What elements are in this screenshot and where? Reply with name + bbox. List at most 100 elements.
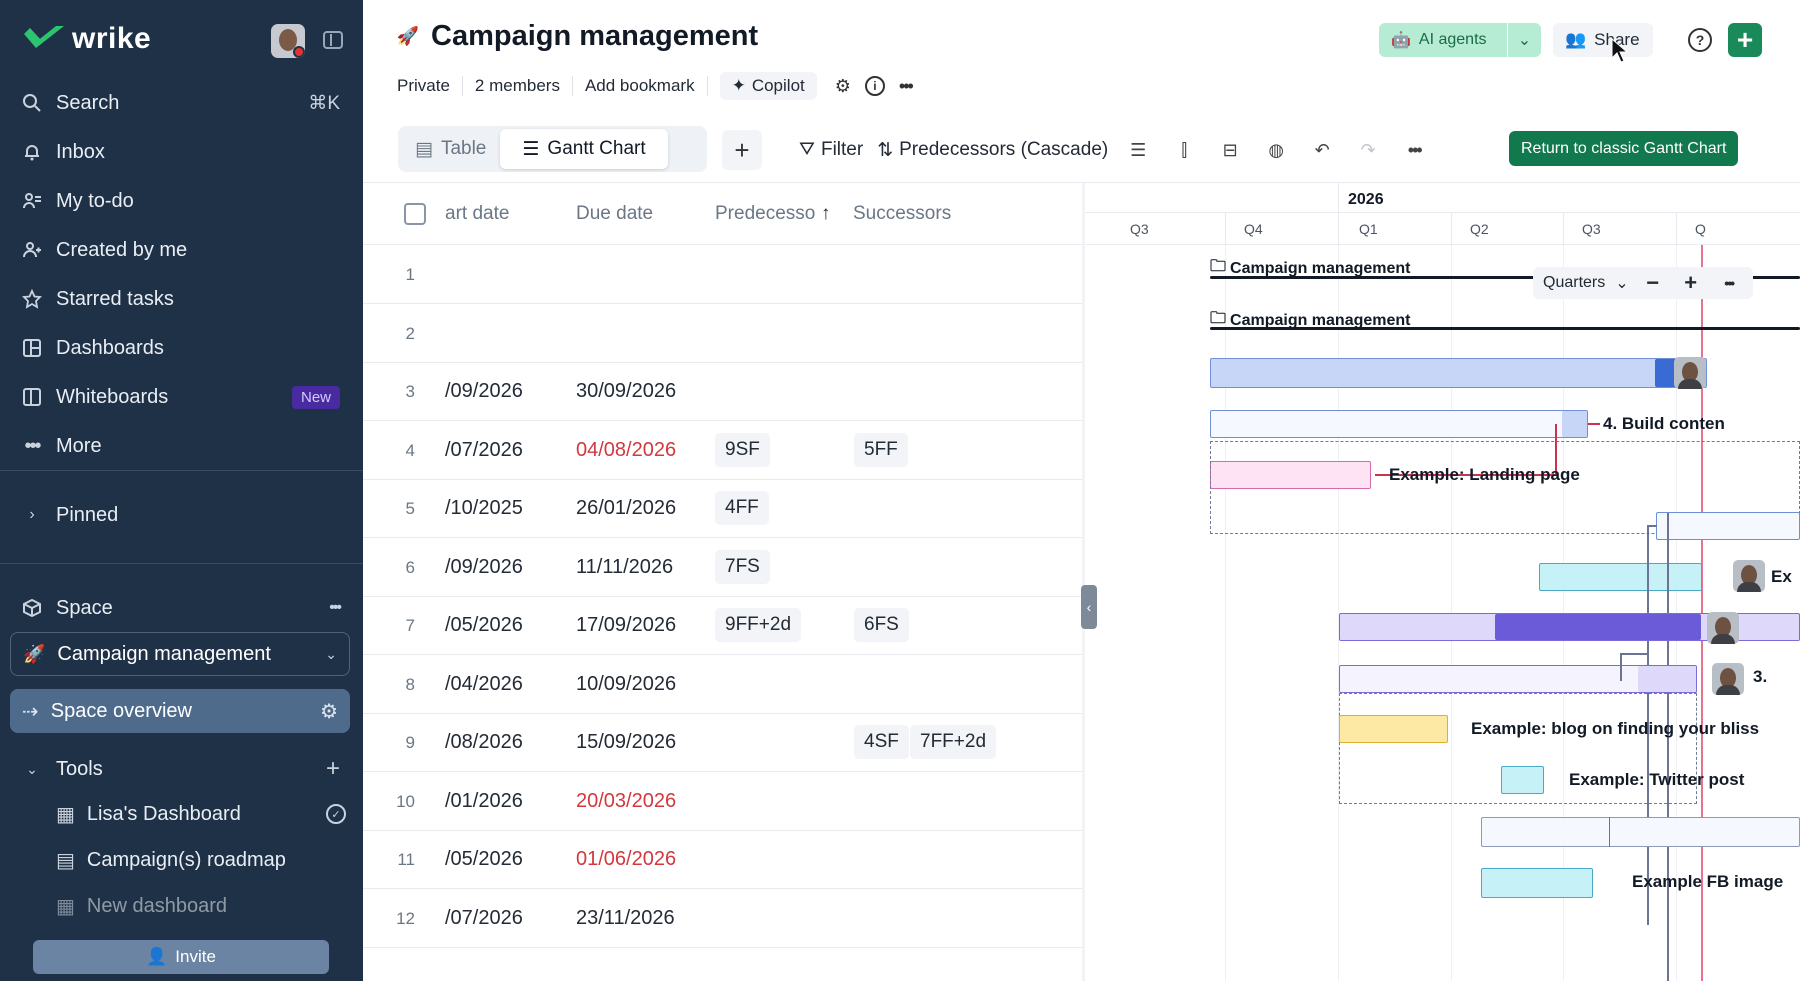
successor-chip[interactable]: 5FF bbox=[854, 432, 908, 467]
sort-arrow-up-icon[interactable]: ↑ bbox=[821, 203, 831, 225]
column-due-date[interactable]: Due date bbox=[576, 203, 653, 225]
nav-inbox[interactable]: Inbox bbox=[20, 136, 340, 168]
task-label[interactable]: Example FB image bbox=[1632, 872, 1783, 892]
table-row[interactable]: 7/05/2026 17/09/2026 9FF+2d 6FS bbox=[363, 597, 1082, 655]
start-date-cell[interactable]: /05/2026 bbox=[445, 614, 523, 637]
task-label[interactable]: 4. Build conten bbox=[1603, 414, 1725, 434]
tool-item-new-dashboard[interactable]: ▦ New dashboard bbox=[56, 890, 346, 922]
table-row[interactable]: 2 bbox=[363, 305, 1082, 363]
add-view-button[interactable]: + bbox=[722, 130, 762, 170]
due-date-cell[interactable]: 01/06/2026 bbox=[576, 848, 676, 871]
table-row[interactable]: 11/05/2026 01/06/2026 bbox=[363, 831, 1082, 889]
task-label[interactable]: Example: Twitter post bbox=[1569, 770, 1744, 790]
due-date-cell[interactable]: 17/09/2026 bbox=[576, 614, 676, 637]
collapse-sidebar-icon[interactable] bbox=[323, 31, 343, 49]
assignee-avatar[interactable] bbox=[1712, 663, 1744, 695]
column-start-date[interactable]: art date bbox=[445, 203, 509, 225]
sort-button[interactable]: ⇅ Predecessors (Cascade) bbox=[877, 139, 1108, 162]
add-tool-icon[interactable]: + bbox=[326, 755, 340, 783]
more-icon[interactable]: ••• bbox=[899, 76, 914, 97]
task-bar[interactable] bbox=[1210, 358, 1707, 388]
predecessor-chip[interactable]: 9SF bbox=[715, 432, 770, 467]
tab-table[interactable]: ▤ Table bbox=[401, 129, 500, 169]
select-all-checkbox[interactable] bbox=[404, 203, 426, 225]
assignee-avatar[interactable] bbox=[1707, 612, 1739, 644]
tab-gantt-chart[interactable]: ☰ Gantt Chart bbox=[500, 129, 668, 169]
zoom-in-icon[interactable]: + bbox=[1677, 269, 1705, 297]
nav-pinned[interactable]: › Pinned bbox=[20, 499, 340, 531]
start-date-cell[interactable]: /05/2026 bbox=[445, 848, 523, 871]
nav-whiteboards[interactable]: Whiteboards New bbox=[20, 381, 340, 413]
privacy-label[interactable]: Private bbox=[397, 76, 463, 96]
add-bookmark-link[interactable]: Add bookmark bbox=[573, 76, 708, 96]
task-bar[interactable] bbox=[1656, 512, 1800, 540]
space-overview-item[interactable]: ⇢ Space overview ⚙ bbox=[10, 689, 350, 733]
successor-chip[interactable]: 7FF+2d bbox=[910, 725, 997, 759]
start-date-cell[interactable]: /01/2026 bbox=[445, 790, 523, 813]
table-row[interactable]: 8/04/2026 10/09/2026 bbox=[363, 656, 1082, 714]
nav-starred-tasks[interactable]: Starred tasks bbox=[20, 283, 340, 315]
table-row[interactable]: 1 bbox=[363, 246, 1082, 304]
task-bar[interactable] bbox=[1501, 766, 1544, 794]
nav-more[interactable]: ••• More bbox=[20, 430, 340, 462]
nav-search[interactable]: Search ⌘K bbox=[20, 87, 340, 119]
start-date-cell[interactable]: /10/2025 bbox=[445, 497, 523, 520]
start-date-cell[interactable]: /04/2026 bbox=[445, 673, 523, 696]
filter-button[interactable]: ⛛ Filter bbox=[799, 139, 863, 161]
predecessor-chip[interactable]: 4FF bbox=[715, 491, 769, 525]
user-avatar[interactable] bbox=[271, 24, 305, 58]
due-date-cell[interactable]: 26/01/2026 bbox=[576, 497, 676, 520]
space-selector[interactable]: 🚀 Campaign management ⌄ bbox=[10, 632, 350, 676]
start-date-cell[interactable]: /09/2026 bbox=[445, 380, 523, 403]
gear-icon[interactable]: ⚙ bbox=[320, 699, 338, 724]
table-row[interactable]: 12/07/2026 23/11/2026 bbox=[363, 890, 1082, 948]
due-date-cell[interactable]: 10/09/2026 bbox=[576, 673, 676, 696]
return-classic-gantt-button[interactable]: Return to classic Gantt Chart bbox=[1509, 131, 1739, 166]
invite-button[interactable]: 👤 Invite bbox=[33, 940, 329, 974]
tool-item-lisas-dashboard[interactable]: ▦ Lisa's Dashboard ✓ bbox=[56, 798, 346, 830]
nav-dashboards[interactable]: Dashboards bbox=[20, 332, 340, 364]
task-bar[interactable] bbox=[1210, 410, 1588, 438]
successor-chip[interactable]: 6FS bbox=[854, 608, 909, 642]
zoom-out-icon[interactable]: − bbox=[1639, 269, 1667, 297]
info-icon[interactable]: i bbox=[864, 76, 885, 96]
predecessor-chip[interactable]: 7FS bbox=[715, 549, 770, 584]
task-label[interactable]: Ex bbox=[1771, 567, 1792, 587]
group-bar[interactable] bbox=[1210, 327, 1800, 330]
create-new-button[interactable]: + bbox=[1728, 23, 1762, 57]
nav-my-todo[interactable]: My to-do bbox=[20, 185, 340, 217]
due-date-cell[interactable]: 30/09/2026 bbox=[576, 380, 676, 403]
ai-agents-button[interactable]: 🤖 AI agents ⌄ bbox=[1379, 23, 1541, 57]
due-date-cell[interactable]: 15/09/2026 bbox=[576, 731, 676, 754]
table-row[interactable]: 10/01/2026 20/03/2026 bbox=[363, 773, 1082, 831]
due-date-cell[interactable]: 11/11/2026 bbox=[576, 556, 673, 579]
task-bar[interactable] bbox=[1481, 868, 1593, 898]
start-date-cell[interactable]: /08/2026 bbox=[445, 731, 523, 754]
assignee-avatar[interactable] bbox=[1674, 357, 1706, 389]
hierarchy-icon[interactable]: ⊟ bbox=[1214, 134, 1246, 166]
table-row[interactable]: 4/07/2026 04/08/2026 9SF 5FF bbox=[363, 422, 1082, 480]
rows-icon[interactable]: ☰ bbox=[1122, 134, 1154, 166]
predecessor-chip[interactable]: 9FF+2d bbox=[715, 608, 802, 642]
page-title[interactable]: Campaign management bbox=[431, 20, 758, 53]
start-date-cell[interactable]: /09/2026 bbox=[445, 556, 523, 579]
due-date-cell[interactable]: 04/08/2026 bbox=[576, 439, 676, 462]
task-bar[interactable] bbox=[1539, 563, 1702, 591]
copilot-button[interactable]: ✦ Copilot bbox=[719, 72, 817, 100]
chevron-down-icon[interactable]: ⌄ bbox=[1615, 273, 1628, 293]
table-row[interactable]: 6/09/2026 11/11/2026 7FS bbox=[363, 539, 1082, 597]
task-bar[interactable] bbox=[1339, 715, 1448, 743]
task-bar[interactable] bbox=[1481, 817, 1800, 847]
columns-icon[interactable]: ⫿ bbox=[1168, 134, 1200, 166]
tool-item-campaign-roadmap[interactable]: ▤ Campaign(s) roadmap bbox=[56, 844, 346, 876]
gear-icon[interactable]: ⚙ bbox=[835, 76, 851, 97]
tools-section[interactable]: ⌄ Tools + bbox=[20, 753, 340, 785]
nav-created-by-me[interactable]: Created by me bbox=[20, 234, 340, 266]
due-date-cell[interactable]: 20/03/2026 bbox=[576, 790, 676, 813]
task-label[interactable]: Example: blog on finding your bliss bbox=[1471, 719, 1759, 739]
column-successors[interactable]: Successors bbox=[853, 203, 951, 225]
successor-chip[interactable]: 4SF bbox=[854, 725, 909, 759]
column-predecessors[interactable]: Predecesso bbox=[715, 203, 815, 225]
chevron-down-icon[interactable]: ⌄ bbox=[1508, 30, 1541, 50]
more-icon[interactable]: ••• bbox=[1398, 134, 1430, 166]
